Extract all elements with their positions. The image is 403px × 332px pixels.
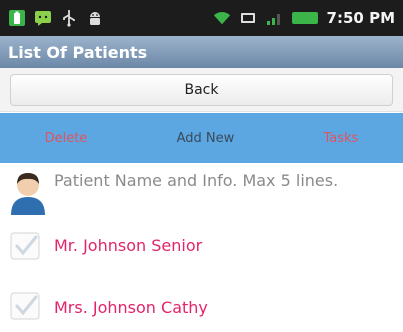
usb-icon (60, 9, 78, 27)
list-item[interactable]: Mrs. Johnson Cathy (0, 286, 403, 326)
action-toolbar: Delete Add New Tasks (0, 113, 403, 163)
back-bar: Back (0, 68, 403, 112)
battery-notification-icon (8, 9, 26, 27)
tasks-button[interactable]: Tasks (324, 131, 359, 146)
patient-name: Mr. Johnson Senior (54, 236, 203, 255)
wifi-icon (213, 9, 231, 27)
android-icon (86, 9, 104, 27)
add-new-button[interactable]: Add New (177, 131, 235, 146)
status-time: 7:50 PM (326, 9, 395, 27)
sd-card-icon (239, 9, 257, 27)
patient-name: Mrs. Johnson Cathy (54, 298, 208, 317)
checkbox-icon[interactable] (10, 232, 42, 260)
delete-button[interactable]: Delete (45, 131, 88, 146)
avatar-icon (8, 171, 48, 215)
battery-icon (291, 9, 319, 27)
checkbox-icon[interactable] (10, 292, 42, 320)
list-header: Patient Name and Info. Max 5 lines. (0, 163, 403, 221)
title-bar: List Of Patients (0, 36, 403, 68)
page-title: List Of Patients (8, 42, 148, 62)
header-text: Patient Name and Info. Max 5 lines. (54, 171, 339, 190)
list-item[interactable]: Mr. Johnson Senior (0, 226, 403, 266)
back-button[interactable]: Back (10, 74, 393, 106)
signal-icon (265, 9, 283, 27)
status-bar: 7:50 PM (0, 0, 403, 36)
chat-icon (34, 9, 52, 27)
